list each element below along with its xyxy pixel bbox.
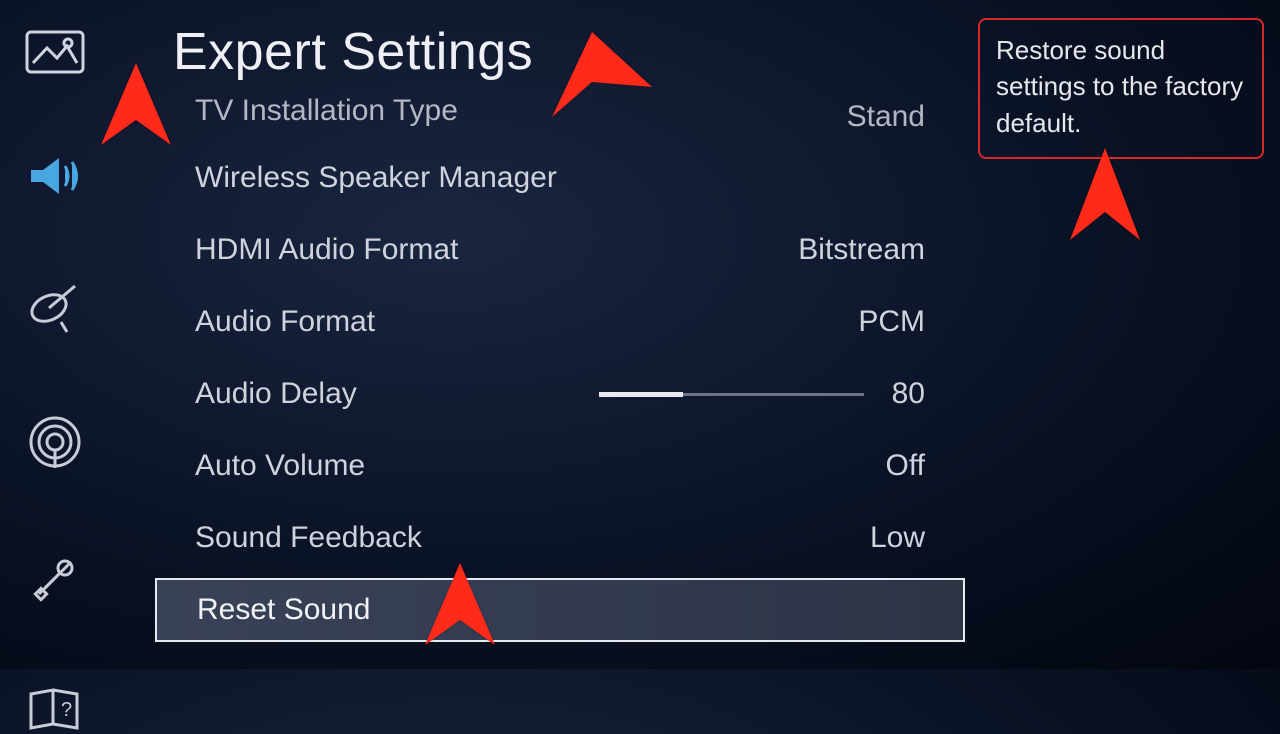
menu-item-auto-volume[interactable]: Auto Volume Off bbox=[155, 430, 965, 502]
menu-item-audio-delay[interactable]: Audio Delay 80 bbox=[155, 358, 965, 430]
menu-item-label: Audio Delay bbox=[195, 377, 357, 411]
menu-item-label: HDMI Audio Format bbox=[195, 233, 458, 267]
menu-item-wireless-speaker-manager[interactable]: Wireless Speaker Manager bbox=[155, 142, 965, 214]
audio-delay-slider[interactable] bbox=[599, 393, 864, 396]
menu-item-value: PCM bbox=[858, 305, 925, 339]
menu-item-tv-installation-type[interactable]: TV Installation Type Stand bbox=[155, 92, 965, 142]
menu-item-label: Audio Format bbox=[195, 305, 375, 339]
help-description: Restore sound settings to the factory de… bbox=[978, 18, 1264, 159]
menu-item-reset-sound[interactable]: Reset Sound bbox=[155, 578, 965, 642]
menu-item-value: Low bbox=[870, 521, 925, 555]
svg-text:?: ? bbox=[61, 699, 72, 721]
menu-item-label: Reset Sound bbox=[197, 593, 370, 627]
menu-item-value: Bitstream bbox=[798, 233, 925, 267]
menu-item-value: Off bbox=[886, 449, 925, 483]
menu-item-hdmi-audio-format[interactable]: HDMI Audio Format Bitstream bbox=[155, 214, 965, 286]
page-title: Expert Settings bbox=[173, 22, 965, 82]
broadcast-icon[interactable] bbox=[27, 278, 83, 334]
picture-icon[interactable] bbox=[25, 30, 85, 74]
audio-delay-value: 80 bbox=[892, 377, 925, 411]
help-text: Restore sound settings to the factory de… bbox=[996, 35, 1243, 138]
sound-icon[interactable] bbox=[25, 154, 85, 198]
main-panel: Expert Settings TV Installation Type Sta… bbox=[155, 0, 965, 642]
menu-item-value: Stand bbox=[847, 100, 925, 134]
menu-item-label: Wireless Speaker Manager bbox=[195, 161, 557, 195]
audio-delay-slider-fill bbox=[599, 392, 684, 397]
menu-item-label: TV Installation Type bbox=[195, 94, 458, 128]
menu-item-label: Auto Volume bbox=[195, 449, 365, 483]
sidebar: ? bbox=[5, 30, 105, 734]
settings-menu: TV Installation Type Stand Wireless Spea… bbox=[155, 92, 965, 642]
network-icon[interactable] bbox=[27, 414, 83, 470]
help-icon[interactable]: ? bbox=[25, 686, 85, 734]
menu-item-audio-format[interactable]: Audio Format PCM bbox=[155, 286, 965, 358]
menu-item-label: Sound Feedback bbox=[195, 521, 422, 555]
audio-delay-slider-wrap: 80 bbox=[599, 377, 925, 411]
tools-icon[interactable] bbox=[27, 550, 83, 606]
menu-item-sound-feedback[interactable]: Sound Feedback Low bbox=[155, 502, 965, 574]
